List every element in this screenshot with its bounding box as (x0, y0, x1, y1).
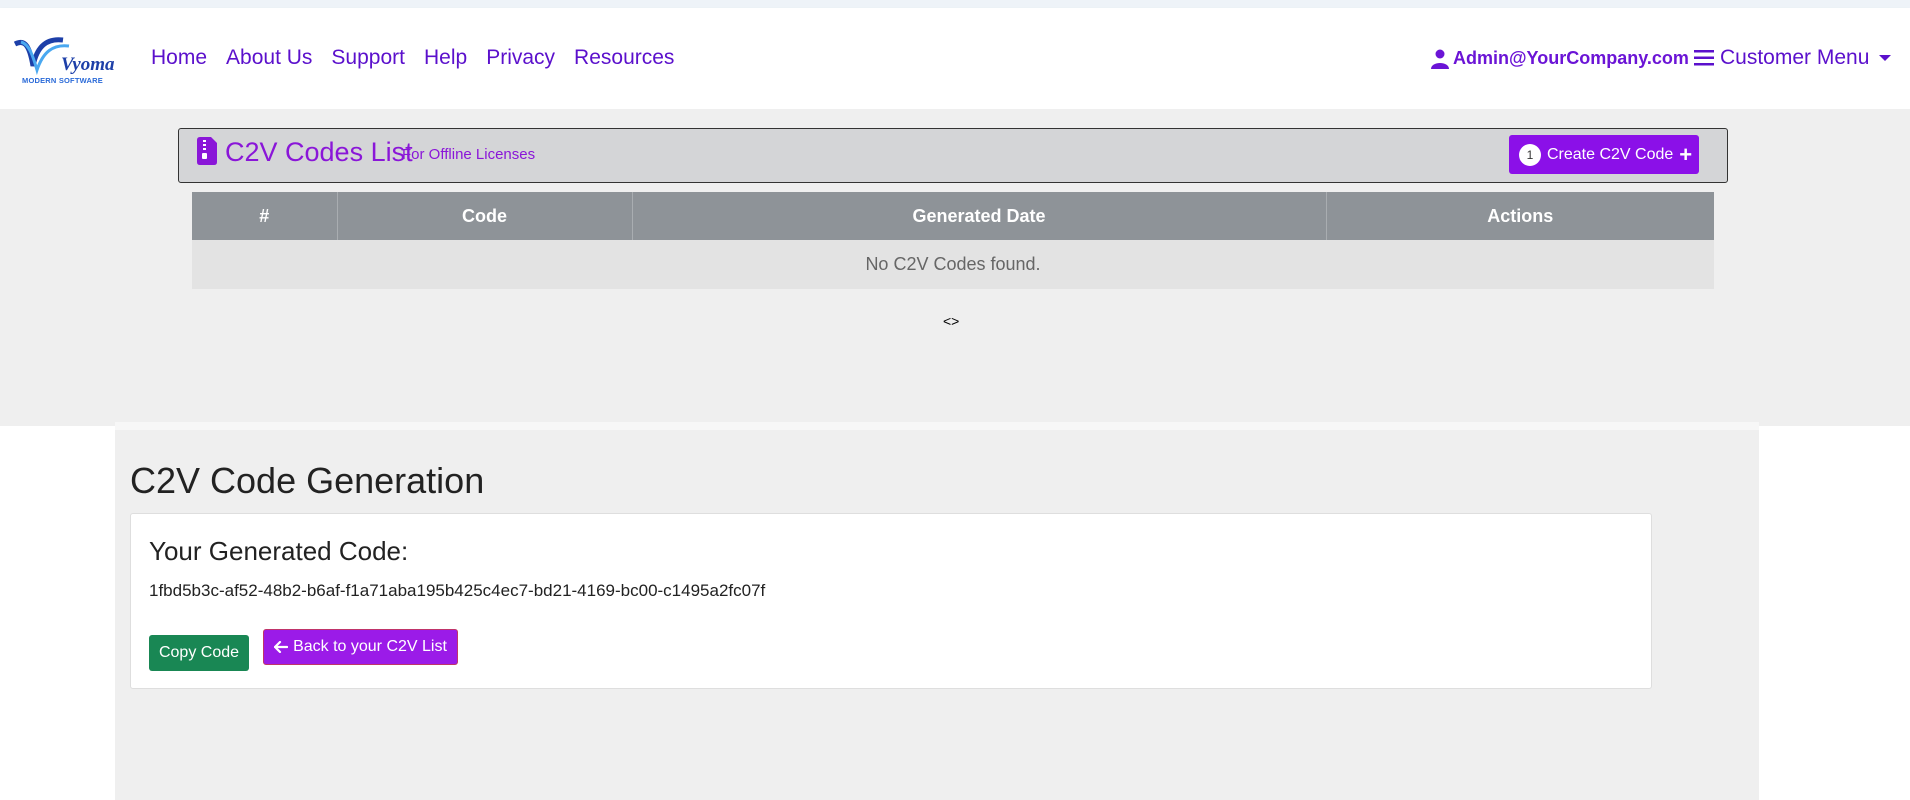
logo-text: Vyoma (61, 54, 115, 75)
table-row: No C2V Codes found. (192, 240, 1714, 289)
column-header-code[interactable]: Code (337, 192, 633, 240)
column-header-actions: Actions (1326, 192, 1714, 240)
nav-link-about-us[interactable]: About Us (226, 46, 312, 70)
nav-link-resources[interactable]: Resources (574, 46, 674, 70)
brand-logo[interactable]: Vyoma MODERN SOFTWARE (13, 30, 115, 92)
arrow-left-icon (274, 641, 289, 653)
codes-list-header: C2V Codes List For Offline Licenses 1 Cr… (178, 128, 1728, 183)
column-header-generated-date[interactable]: Generated Date (632, 192, 1327, 240)
top-strip (0, 0, 1910, 8)
generated-code-card: Your Generated Code: 1fbd5b3c-af52-48b2-… (130, 513, 1652, 689)
c2v-generation-section: C2V Code Generation Your Generated Code:… (115, 422, 1759, 800)
plus-icon: + (1679, 141, 1693, 167)
nav-link-privacy[interactable]: Privacy (486, 46, 555, 70)
hamburger-icon (1694, 50, 1714, 66)
column-header-number[interactable]: # (192, 192, 338, 240)
count-badge: 1 (1519, 143, 1541, 166)
file-zipper-icon (197, 137, 217, 165)
nav-link-support[interactable]: Support (331, 46, 405, 70)
copy-code-button[interactable]: Copy Code (149, 635, 249, 671)
logo-subtext: MODERN SOFTWARE (22, 76, 103, 85)
chevron-down-icon (1879, 55, 1892, 61)
section-title: C2V Code Generation (130, 460, 485, 501)
back-button-label: Back to your C2V List (293, 638, 447, 655)
codes-list-title: C2V Codes List (225, 137, 413, 167)
back-to-list-button[interactable]: Back to your C2V List (263, 629, 458, 665)
c2v-codes-table: # Code Generated Date Actions No C2V Cod… (192, 192, 1714, 289)
nav-link-help[interactable]: Help (424, 46, 467, 70)
nav-links: Home About Us Support Help Privacy Resou… (151, 46, 693, 70)
user-icon (1431, 49, 1449, 69)
navbar: Vyoma MODERN SOFTWARE Home About Us Supp… (0, 8, 1910, 109)
codes-list-subtitle: For Offline Licenses (402, 146, 536, 163)
empty-table-message: No C2V Codes found. (192, 240, 1714, 289)
card-title: Your Generated Code: (149, 536, 409, 566)
user-email: Admin@YourCompany.com (1453, 48, 1689, 68)
create-button-label: Create C2V Code (1547, 145, 1674, 163)
nav-link-home[interactable]: Home (151, 46, 207, 70)
create-c2v-code-button[interactable]: 1 Create C2V Code + (1509, 135, 1699, 174)
table-header-row: # Code Generated Date Actions (192, 192, 1714, 240)
user-account-link[interactable]: Admin@YourCompany.com (1431, 48, 1689, 69)
customer-menu-dropdown[interactable]: Customer Menu (1694, 46, 1892, 70)
generated-code-value: 1fbd5b3c-af52-48b2-b6af-f1a71aba195b425c… (149, 581, 766, 600)
pagination[interactable]: <> (943, 313, 959, 329)
customer-menu-label: Customer Menu (1720, 46, 1870, 69)
